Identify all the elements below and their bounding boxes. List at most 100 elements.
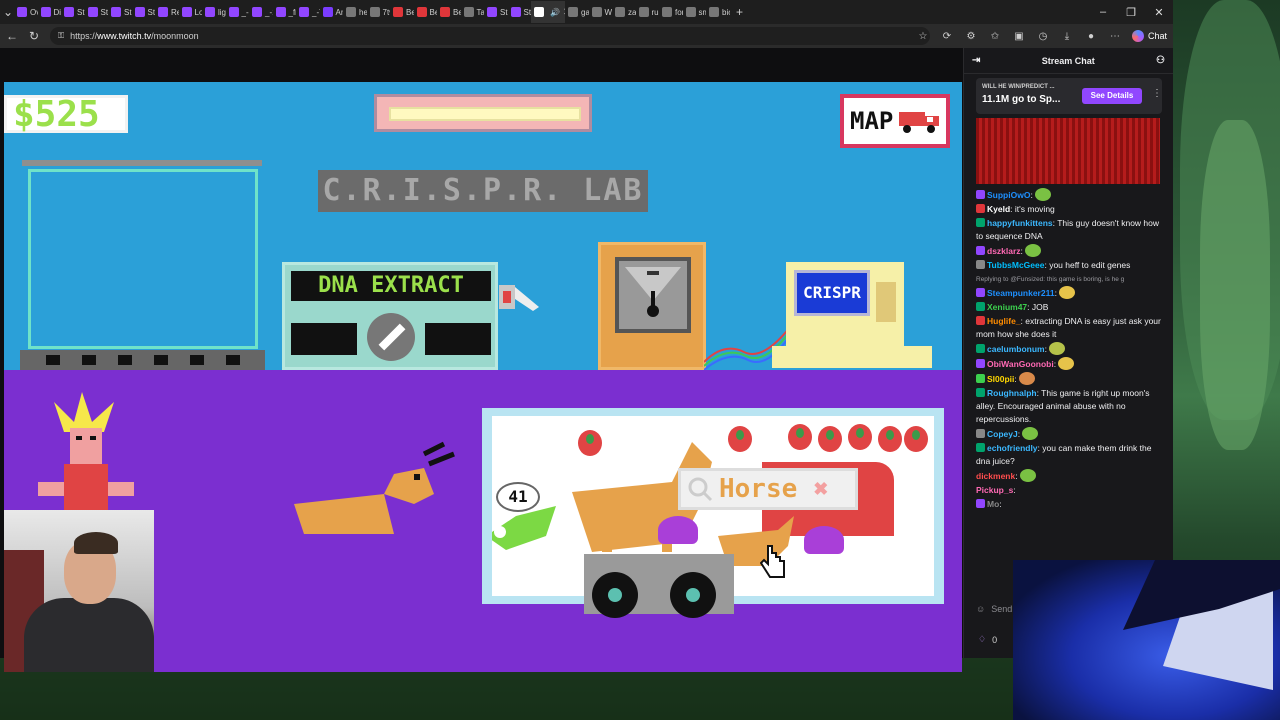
chat-badge-icon[interactable] — [976, 443, 985, 452]
browser-tab[interactable]: Res — [155, 1, 179, 23]
video-player[interactable]: $525 MAP C.R.I.S.P.R. LAB DNA EXTRACT CR… — [0, 48, 963, 672]
chat-username[interactable]: echofriendly — [987, 443, 1038, 453]
browser-tab[interactable]: 🔊✕ — [531, 1, 565, 23]
chat-username[interactable]: dszklarz — [987, 246, 1021, 256]
chat-badge-icon[interactable] — [976, 374, 985, 383]
refresh-icon[interactable]: ↻ — [28, 29, 40, 43]
collapse-chat-icon[interactable]: ⇥ — [972, 55, 980, 66]
browser-tab[interactable]: Stre — [508, 1, 531, 23]
browser-tab[interactable]: run — [636, 1, 659, 23]
maximize-icon[interactable]: ❐ — [1117, 6, 1145, 19]
history-icon[interactable]: ◷ — [1036, 31, 1050, 42]
emote-picker-icon[interactable]: ☺ — [976, 604, 985, 614]
browser-tab[interactable]: gan — [565, 1, 589, 23]
chat-username[interactable]: Pickup_s — [976, 485, 1013, 495]
browser-tab[interactable]: _-1 — [249, 1, 273, 23]
browser-tab[interactable]: Taa — [461, 1, 484, 23]
chat-username[interactable]: Mo — [987, 499, 999, 509]
chat-username[interactable]: Roughnalph — [987, 388, 1037, 398]
browser-tab[interactable]: Stre — [108, 1, 132, 23]
prediction-more-icon[interactable]: ⋮ — [1152, 88, 1162, 99]
chat-emote-icon[interactable] — [1058, 357, 1075, 370]
chat-username[interactable]: dickmenk — [976, 471, 1015, 481]
browser-tab[interactable]: Am — [320, 1, 343, 23]
browser-tab[interactable]: _-1 — [226, 1, 249, 23]
browser-tab[interactable]: Stre — [484, 1, 508, 23]
chat-badge-icon[interactable] — [976, 429, 985, 438]
browser-tab[interactable]: Wh — [589, 1, 612, 23]
chat-username[interactable]: CopeyJ — [987, 429, 1018, 439]
browser-tab[interactable]: hea — [343, 1, 367, 23]
browser-tab[interactable]: Log — [179, 1, 202, 23]
tab-list-chevron-icon[interactable]: ⌄ — [2, 5, 14, 19]
chat-badge-icon[interactable] — [976, 388, 985, 397]
dna-extract-machine[interactable]: DNA EXTRACT — [282, 262, 498, 370]
centrifuge-machine[interactable] — [598, 242, 706, 370]
browser-tab[interactable]: _-T — [296, 1, 320, 23]
chat-users-icon[interactable]: ⚇ — [1156, 55, 1165, 66]
minimize-icon[interactable]: – — [1089, 6, 1117, 18]
profile-avatar-icon[interactable]: ● — [1084, 31, 1098, 42]
chat-emote-icon[interactable] — [1019, 469, 1036, 482]
url-field[interactable]: ⚿ https://www.twitch.tv/moonmoon ☆ — [50, 27, 930, 45]
chat-badge-icon[interactable] — [976, 359, 985, 368]
browser-tab[interactable]: 7tv — [367, 1, 390, 23]
browser-tab[interactable]: Ove — [14, 1, 38, 23]
chat-username[interactable]: Steampunker211 — [987, 288, 1055, 298]
chat-badge-icon[interactable] — [976, 288, 985, 297]
browser-tab[interactable]: Bet — [437, 1, 461, 23]
new-tab-icon[interactable]: + — [734, 5, 746, 19]
browser-tab[interactable]: forr — [659, 1, 683, 23]
collections-icon[interactable]: ▣ — [1012, 31, 1026, 42]
chat-badge-icon[interactable] — [976, 190, 985, 199]
browser-tab[interactable]: sma — [683, 1, 706, 23]
more-menu-icon[interactable]: ⋯ — [1108, 31, 1122, 42]
favorites-icon[interactable]: ✩ — [988, 31, 1002, 42]
chat-badge-icon[interactable] — [976, 316, 985, 325]
chat-input[interactable]: ☺ Send — [976, 604, 1012, 614]
chat-badge-icon[interactable] — [976, 302, 985, 311]
chat-badge-icon[interactable] — [976, 218, 985, 227]
see-details-button[interactable]: See Details — [1082, 88, 1142, 104]
browser-tab[interactable]: Stre — [85, 1, 108, 23]
browser-tab[interactable]: _fre — [273, 1, 296, 23]
browser-tab[interactable]: Bet — [390, 1, 414, 23]
browser-tab[interactable]: Dis — [38, 1, 61, 23]
chat-username[interactable]: Kyeld — [987, 204, 1010, 214]
back-arrow-icon[interactable]: ← — [6, 29, 18, 43]
animal-search-box[interactable]: Horse ✖ — [678, 468, 858, 510]
chat-emote-icon[interactable] — [1049, 342, 1065, 355]
browser-tab[interactable]: Stre — [132, 1, 155, 23]
chat-emote-icon[interactable] — [1058, 286, 1075, 299]
browser-tab[interactable]: Stre — [61, 1, 85, 23]
puzzle-icon[interactable]: ⚙ — [964, 31, 978, 42]
chat-username[interactable]: SuppiOwO — [987, 190, 1030, 200]
channel-points[interactable]: ♢ 0 — [978, 634, 997, 645]
chat-emote-icon[interactable] — [1034, 188, 1051, 201]
chat-emote-icon[interactable] — [1018, 372, 1035, 385]
bookmark-star-icon[interactable]: ☆ — [916, 31, 930, 42]
browser-tab[interactable]: bio — [706, 1, 730, 23]
chat-username[interactable]: Huglife_ — [987, 316, 1021, 326]
chat-badge-icon[interactable] — [976, 344, 985, 353]
tab-audio-icon[interactable]: 🔊 — [550, 8, 560, 17]
browser-tab[interactable]: ligh — [202, 1, 226, 23]
chat-username[interactable]: ObiWanGoonobi — [987, 359, 1054, 369]
chat-badge-icon[interactable] — [976, 499, 985, 508]
chat-emote-icon[interactable] — [1024, 244, 1041, 257]
chat-username[interactable]: caelumbonum — [987, 344, 1045, 354]
browser-tab[interactable]: Bett — [414, 1, 437, 23]
chat-emote-icon[interactable] — [1022, 427, 1039, 440]
chat-username[interactable]: Xenium47 — [987, 302, 1027, 312]
map-button[interactable]: MAP — [840, 94, 950, 148]
close-window-icon[interactable]: ✕ — [1145, 6, 1173, 19]
chat-badge-icon[interactable] — [976, 246, 985, 255]
chat-username[interactable]: happyfunkittens — [987, 218, 1053, 228]
copilot-chat-button[interactable]: Chat — [1132, 30, 1167, 42]
browser-tab[interactable]: zazz — [612, 1, 636, 23]
chat-badge-icon[interactable] — [976, 204, 985, 213]
chat-username[interactable]: Sl00pii — [987, 374, 1014, 384]
download-icon[interactable]: ⤓ — [1060, 31, 1074, 42]
extension-icon[interactable]: ⟳ — [940, 31, 954, 42]
chat-username[interactable]: TubbsMcGeee — [987, 260, 1044, 270]
